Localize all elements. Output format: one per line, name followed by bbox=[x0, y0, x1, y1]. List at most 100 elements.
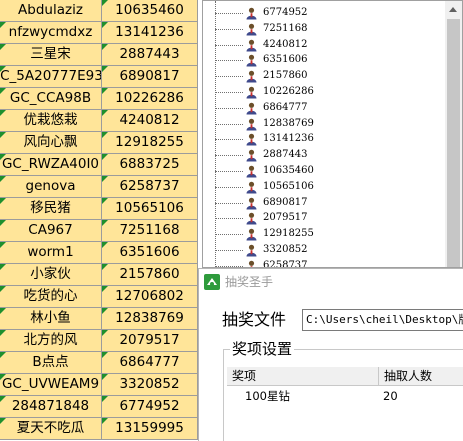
tree-node[interactable]: 2157860 bbox=[203, 68, 443, 84]
name-cell[interactable]: 北方的风 bbox=[0, 330, 102, 352]
tree-node[interactable]: 6351606 bbox=[203, 52, 443, 68]
name-cell[interactable]: 夏天不吃瓜 bbox=[0, 418, 102, 440]
name-cell[interactable]: B点点 bbox=[0, 352, 102, 374]
name-cell[interactable]: 小家伙 bbox=[0, 264, 102, 286]
value-cell[interactable]: 4240812 bbox=[102, 110, 198, 132]
lottery-file-path-input[interactable]: C:\Users\cheil\Desktop\版块 bbox=[302, 309, 463, 331]
value-cell[interactable]: 6258737 bbox=[102, 176, 198, 198]
tree-node[interactable]: 7251168 bbox=[203, 21, 443, 37]
user-node-icon bbox=[246, 181, 257, 194]
tree-node[interactable]: 3320852 bbox=[203, 242, 443, 258]
tree-node[interactable]: 10635460 bbox=[203, 163, 443, 179]
value-cell[interactable]: 6883725 bbox=[102, 154, 198, 176]
tree-node[interactable]: 10565106 bbox=[203, 179, 443, 195]
tree-node[interactable]: 4240812 bbox=[203, 37, 443, 53]
value-cell[interactable]: 7251168 bbox=[102, 220, 198, 242]
tree-node-label: 6351606 bbox=[263, 54, 308, 66]
comment-indicator-icon bbox=[102, 242, 108, 248]
name-cell[interactable]: 林小鱼 bbox=[0, 308, 102, 330]
name-text: CA967 bbox=[28, 222, 73, 238]
comment-indicator-icon bbox=[102, 154, 108, 160]
name-text: 优栽悠栽 bbox=[23, 112, 78, 128]
prize-grid[interactable]: 奖项 抽取人数 100星钻 20 bbox=[227, 367, 463, 441]
value-cell[interactable]: 10635460 bbox=[102, 0, 198, 22]
value-cell[interactable]: 6774952 bbox=[102, 396, 198, 418]
value-text: 6864777 bbox=[119, 354, 180, 370]
scroll-up-button[interactable] bbox=[445, 1, 462, 18]
name-cell[interactable]: genova bbox=[0, 176, 102, 198]
tree-branch-line bbox=[215, 265, 243, 267]
column-header-prize[interactable]: 奖项 bbox=[227, 367, 379, 386]
tree-node[interactable]: 6258737 bbox=[203, 258, 443, 267]
name-cell[interactable]: worm1 bbox=[0, 242, 102, 264]
sheet-row: nfzwycmdxz 13141236 bbox=[0, 22, 198, 44]
sheet-row: GC_UVWEAM9 3320852 bbox=[0, 374, 198, 396]
name-cell[interactable]: 284871848 bbox=[0, 396, 102, 418]
value-text: 6774952 bbox=[119, 398, 180, 414]
name-cell[interactable]: GC_RWZA40I0 bbox=[0, 154, 102, 176]
value-cell[interactable]: 12918255 bbox=[102, 132, 198, 154]
comment-indicator-icon bbox=[0, 132, 6, 138]
value-text: 2887443 bbox=[119, 46, 180, 62]
name-cell[interactable]: Abdulaziz bbox=[0, 0, 102, 22]
name-cell[interactable]: GC_CCA98B bbox=[0, 88, 102, 110]
name-cell[interactable]: GC_UVWEAM9 bbox=[0, 374, 102, 396]
tree-node[interactable]: 2887443 bbox=[203, 147, 443, 163]
name-text: genova bbox=[25, 178, 76, 194]
name-cell[interactable]: 风向心飘 bbox=[0, 132, 102, 154]
member-tree-view[interactable]: 6774952 7251168 4240812 6351606 2157860 10226… bbox=[202, 0, 463, 268]
tree-node[interactable]: 12918255 bbox=[203, 226, 443, 242]
value-text: 13141236 bbox=[115, 24, 184, 40]
value-cell[interactable]: 13141236 bbox=[102, 22, 198, 44]
name-text: nfzwycmdxz bbox=[8, 24, 93, 40]
value-cell[interactable]: 12838769 bbox=[102, 308, 198, 330]
sheet-row: 风向心飘 12918255 bbox=[0, 132, 198, 154]
user-node-icon bbox=[246, 228, 257, 241]
tree-node[interactable]: 6774952 bbox=[203, 5, 443, 21]
prize-name-cell[interactable]: 100星钻 bbox=[245, 387, 290, 405]
comment-indicator-icon bbox=[0, 88, 6, 94]
scroll-thumb[interactable] bbox=[447, 19, 460, 267]
name-cell[interactable]: 吃货的心 bbox=[0, 286, 102, 308]
sheet-row: 优栽悠栽 4240812 bbox=[0, 110, 198, 132]
value-cell[interactable]: 6351606 bbox=[102, 242, 198, 264]
name-cell[interactable]: 三星宋 bbox=[0, 44, 102, 66]
value-text: 4240812 bbox=[119, 112, 180, 128]
user-node-icon bbox=[246, 70, 257, 83]
tree-node[interactable]: 6890817 bbox=[203, 195, 443, 211]
name-cell[interactable]: 优栽悠栽 bbox=[0, 110, 102, 132]
value-cell[interactable]: 10565106 bbox=[102, 198, 198, 220]
sheet-row: 小家伙 2157860 bbox=[0, 264, 198, 286]
value-text: 10635460 bbox=[115, 2, 184, 18]
value-cell[interactable]: 6890817 bbox=[102, 66, 198, 88]
value-cell[interactable]: 2079517 bbox=[102, 330, 198, 352]
tree-node[interactable]: 13141236 bbox=[203, 131, 443, 147]
tree-branch-line bbox=[215, 202, 243, 204]
value-cell[interactable]: 13159995 bbox=[102, 418, 198, 440]
value-cell[interactable]: 3320852 bbox=[102, 374, 198, 396]
name-cell[interactable]: nfzwycmdxz bbox=[0, 22, 102, 44]
value-text: 6883725 bbox=[119, 156, 180, 172]
name-cell[interactable]: 移民猪 bbox=[0, 198, 102, 220]
value-cell[interactable]: 2157860 bbox=[102, 264, 198, 286]
tree-node[interactable]: 10226286 bbox=[203, 84, 443, 100]
tree-node[interactable]: 6864777 bbox=[203, 100, 443, 116]
prize-count-cell[interactable]: 20 bbox=[383, 387, 398, 405]
name-text: GC_UVWEAM9 bbox=[1, 376, 100, 392]
name-cell[interactable]: GC_5A20777E93E bbox=[0, 66, 102, 88]
tree-vertical-scrollbar[interactable] bbox=[445, 1, 462, 267]
name-cell[interactable]: CA967 bbox=[0, 220, 102, 242]
value-cell[interactable]: 12706802 bbox=[102, 286, 198, 308]
column-header-draw-count[interactable]: 抽取人数 bbox=[379, 367, 463, 386]
user-node-icon bbox=[246, 86, 257, 99]
value-cell[interactable]: 6864777 bbox=[102, 352, 198, 374]
dialog-titlebar[interactable]: 抽奖圣手 bbox=[199, 269, 463, 295]
tree-node[interactable]: 12838769 bbox=[203, 116, 443, 132]
value-cell[interactable]: 2887443 bbox=[102, 44, 198, 66]
lottery-dialog: 抽奖圣手 抽奖文件 C:\Users\cheil\Desktop\版块 奖项设置… bbox=[198, 268, 463, 441]
value-cell[interactable]: 10226286 bbox=[102, 88, 198, 110]
tree-node[interactable]: 2079517 bbox=[203, 210, 443, 226]
comment-indicator-icon bbox=[102, 198, 108, 204]
sheet-row: CA967 7251168 bbox=[0, 220, 198, 242]
name-text: 风向心飘 bbox=[23, 134, 78, 150]
